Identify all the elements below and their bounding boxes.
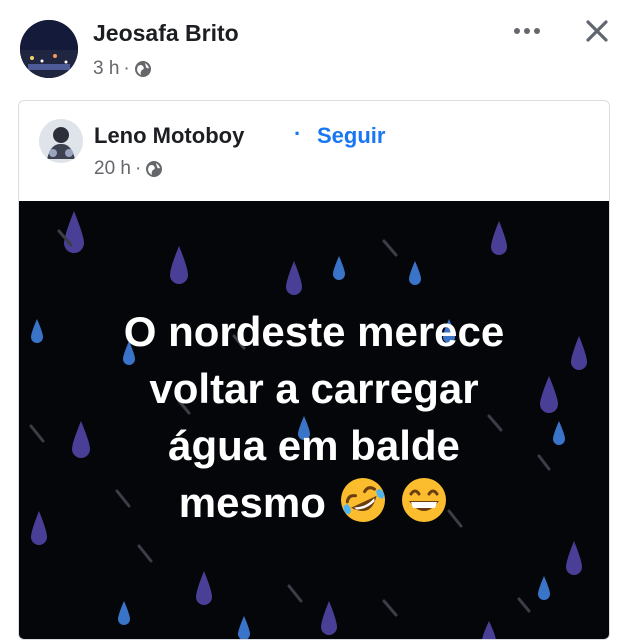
- follow-button[interactable]: Seguir: [317, 123, 385, 149]
- shared-post-meta: 20 h ·: [94, 158, 163, 180]
- shared-meta-separator: ·: [134, 158, 142, 179]
- caption-line: mesmo: [178, 479, 326, 526]
- close-icon[interactable]: [582, 16, 612, 46]
- post-header: Jeosafa Brito 3 h ·: [0, 0, 627, 95]
- shared-post: Leno Motoboy · Seguir 20 h · O nordeste …: [18, 100, 610, 640]
- globe-icon: [146, 161, 163, 177]
- author-name[interactable]: Jeosafa Brito: [93, 20, 239, 47]
- caption-line: água em balde: [168, 422, 460, 469]
- more-options-icon[interactable]: [510, 20, 544, 42]
- author-avatar[interactable]: [20, 20, 78, 78]
- follow-separator: ·: [294, 121, 302, 146]
- post-time[interactable]: 3 h: [93, 58, 119, 80]
- shared-post-time[interactable]: 20 h: [94, 158, 131, 180]
- post-meta: 3 h ·: [93, 58, 152, 80]
- caption-line: voltar a carregar: [149, 365, 479, 412]
- caption-line-last: mesmo: [19, 474, 609, 531]
- image-caption: O nordeste merece voltar a carregar água…: [19, 303, 609, 531]
- shared-post-header: Leno Motoboy · Seguir 20 h ·: [19, 101, 609, 201]
- globe-icon: [134, 61, 151, 77]
- shared-author-avatar[interactable]: [39, 119, 83, 163]
- meta-separator: ·: [123, 58, 130, 79]
- caption-line: O nordeste merece: [123, 308, 505, 355]
- post-image[interactable]: O nordeste merece voltar a carregar água…: [19, 201, 609, 639]
- shared-author-name[interactable]: Leno Motoboy: [94, 123, 244, 149]
- rolling-laughing-emoji-icon: [340, 478, 385, 522]
- grinning-face-emoji-icon: [402, 478, 447, 522]
